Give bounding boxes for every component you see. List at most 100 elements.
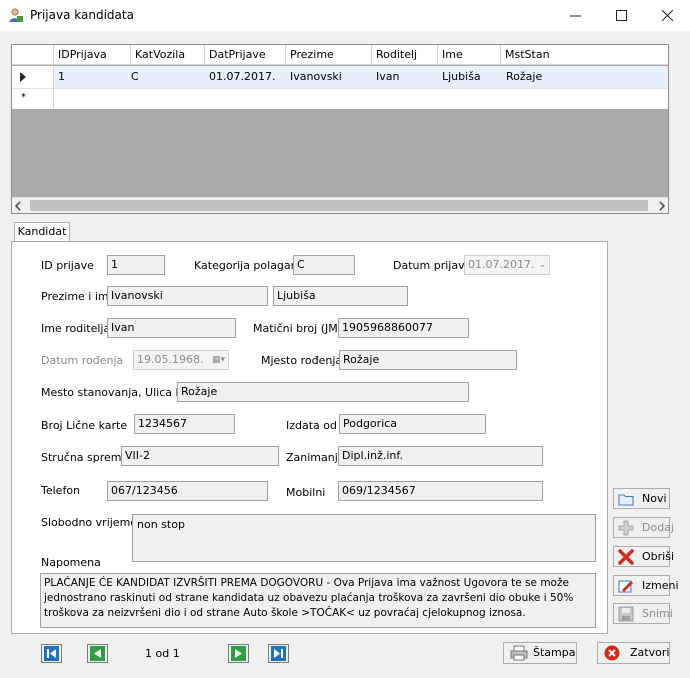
plus-icon (618, 520, 634, 536)
napomena-label: Napomena (41, 556, 101, 569)
slobodno-field[interactable]: non stop (132, 514, 596, 562)
telefon-label: Telefon (41, 484, 81, 497)
last-record-button[interactable] (268, 644, 289, 663)
zatvori-label: Zatvori (630, 646, 670, 659)
roditelj-field[interactable]: Ivan (107, 318, 236, 338)
column-header[interactable]: Prezime (286, 45, 372, 65)
licna-karta-field[interactable]: 1234567 (134, 414, 235, 434)
previous-record-icon (90, 646, 105, 661)
close-circle-icon (604, 645, 620, 661)
scroll-left-icon[interactable] (14, 201, 22, 211)
table-row[interactable]: 1 C 01.07.2017. Ivanovski Ivan Ljubiša R… (12, 66, 668, 88)
grid-cell[interactable]: Rožaje (502, 66, 542, 88)
minimize-icon (569, 15, 581, 17)
scroll-right-icon[interactable] (658, 201, 666, 211)
mesto-stanovanja-field[interactable]: Rožaje (177, 382, 469, 402)
kategorija-label: Kategorija polaganja (194, 259, 308, 272)
grid-cell[interactable]: 01.07.2017. (205, 66, 275, 88)
izdata-field[interactable]: Podgorica (339, 414, 486, 434)
minimize-button[interactable] (552, 0, 598, 31)
scrollbar-thumb[interactable] (30, 200, 648, 211)
column-header[interactable]: MstStan (501, 45, 668, 65)
user-icon (9, 8, 23, 22)
licna-karta-label: Broj Lične karte (41, 419, 128, 432)
delete-x-icon (618, 549, 634, 565)
jmb-label: Matični broj (JMB) (253, 322, 350, 335)
prezime-ime-label: Prezime i ime (41, 290, 116, 303)
close-button[interactable] (644, 0, 690, 31)
applications-grid[interactable]: IDPrijava KatVozila DatPrijave Prezime R… (11, 44, 669, 214)
grid-cell[interactable]: Ivan (372, 66, 399, 88)
mobilni-label: Mobilni (286, 486, 326, 499)
grid-cell[interactable]: Ivanovski (286, 66, 342, 88)
izmeni-button[interactable]: Izmeni (613, 575, 679, 596)
new-row-marker: * (21, 92, 26, 103)
window-title: Prijava kandidata (30, 8, 134, 22)
datum-prijave-label: Datum prijave (393, 259, 472, 272)
new-row[interactable]: * (12, 88, 668, 109)
sprema-field[interactable]: VII-2 (121, 446, 279, 466)
column-header[interactable]: Roditelj (372, 45, 438, 65)
row-header[interactable] (12, 66, 54, 88)
napomena-field[interactable]: PLAĆANJE ĆE KANDIDAT IZVRŠITI PREMA DOGO… (40, 573, 596, 628)
column-header[interactable]: IDPrijava (54, 45, 131, 65)
datum-prijave-value: 01.07.2017. (468, 258, 535, 271)
id-label: ID prijave (41, 259, 94, 272)
chevron-down-icon[interactable]: ⌄ (538, 256, 546, 274)
column-header[interactable]: Ime (438, 45, 501, 65)
first-record-button[interactable] (41, 644, 62, 663)
kategorija-field[interactable]: C (293, 255, 355, 275)
novi-button[interactable]: Novi (613, 488, 670, 509)
izmeni-label: Izmeni (642, 579, 679, 592)
calendar-dropdown-icon[interactable]: ▦▾ (212, 351, 225, 369)
column-header[interactable]: KatVozila (131, 45, 205, 65)
grid-corner (12, 45, 54, 65)
datum-rodjenja-label: Datum rođenja (41, 354, 124, 367)
maximize-icon (615, 10, 627, 21)
datum-prijave-picker[interactable]: 01.07.2017. ⌄ (464, 255, 550, 275)
prezime-field[interactable]: Ivanovski (107, 286, 268, 306)
novi-label: Novi (642, 492, 667, 505)
id-field[interactable]: 1 (107, 255, 165, 275)
ime-field[interactable]: Ljubiša (273, 286, 408, 306)
zatvori-button[interactable]: Zatvori (597, 642, 670, 664)
save-icon (618, 606, 634, 622)
stampa-label: Štampa (533, 646, 576, 659)
mjesto-rodjenja-field[interactable]: Rožaje (339, 350, 517, 370)
dodaj-button[interactable]: Dodaj (613, 517, 674, 538)
grid-cell[interactable]: C (127, 66, 139, 88)
dodaj-label: Dodaj (642, 521, 674, 534)
edit-icon (618, 580, 633, 593)
next-record-button[interactable] (228, 644, 249, 663)
telefon-field[interactable]: 067/123456 (107, 481, 268, 501)
mjesto-rodjenja-label: Mjesto rođenja (261, 354, 343, 367)
title-bar: Prijava kandidata (0, 0, 690, 31)
row-header[interactable]: * (12, 89, 54, 109)
jmb-field[interactable]: 1905968860077 (338, 318, 469, 338)
first-record-icon (44, 646, 59, 661)
last-record-icon (271, 646, 286, 661)
printer-icon (510, 645, 528, 661)
folder-icon (618, 494, 634, 506)
datum-rodjenja-value: 19.05.1968. (137, 353, 204, 366)
snimi-button[interactable]: Snimi (613, 603, 673, 624)
grid-cell[interactable]: 1 (54, 66, 65, 88)
column-header[interactable]: DatPrijave (205, 45, 286, 65)
stampa-button[interactable]: Štampa (503, 642, 577, 664)
grid-cell[interactable]: Ljubiša (438, 66, 481, 88)
mesto-stanovanja-label: Mesto stanovanja, Ulica br. (41, 386, 190, 399)
maximize-button[interactable] (598, 0, 644, 31)
tab-kandidat[interactable]: Kandidat (14, 222, 70, 242)
zanimanje-field[interactable]: Dipl.inž.inf. (338, 446, 543, 466)
mobilni-field[interactable]: 069/1234567 (338, 481, 543, 501)
obrisi-button[interactable]: Obriši (613, 546, 674, 567)
obrisi-label: Obriši (642, 550, 675, 563)
datum-rodjenja-picker[interactable]: 19.05.1968. ▦▾ (133, 350, 229, 370)
horizontal-scrollbar[interactable] (12, 197, 668, 213)
previous-record-button[interactable] (87, 644, 108, 663)
next-record-icon (231, 646, 246, 661)
grid-header: IDPrijava KatVozila DatPrijave Prezime R… (12, 45, 668, 65)
page-info: 1 od 1 (145, 647, 180, 660)
sprema-label: Stručna sprema (41, 451, 129, 464)
current-row-arrow-icon (20, 72, 26, 82)
